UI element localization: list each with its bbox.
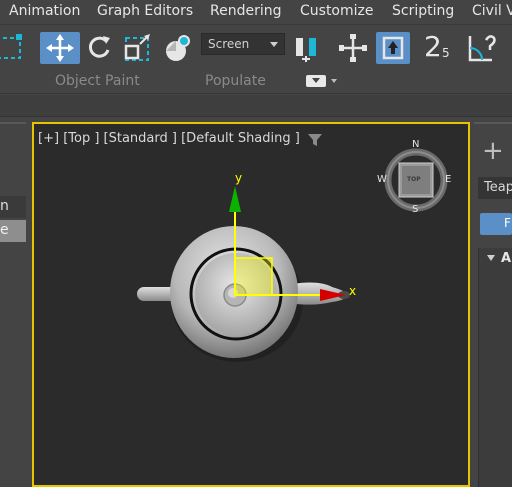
- use-pivot-icon[interactable]: [291, 32, 325, 64]
- compass-south: S: [412, 204, 419, 215]
- main-toolbar: Screen 2 5: [0, 24, 512, 68]
- menu-bar: Animation Graph Editors Rendering Custom…: [0, 0, 512, 24]
- viewcube-top-face[interactable]: TOP: [407, 176, 421, 183]
- menu-civil-view[interactable]: Civil Vi: [472, 3, 512, 19]
- gizmo-y-label: y: [235, 171, 243, 185]
- menu-animation[interactable]: Animation: [9, 3, 80, 19]
- command-panel: + Teap F A: [474, 122, 512, 487]
- select-region-icon[interactable]: [0, 32, 26, 64]
- object-name-field[interactable]: Teap: [478, 177, 512, 199]
- select-manipulate-icon[interactable]: [337, 32, 369, 64]
- object-name-value: Teap: [484, 180, 512, 195]
- keyboard-shortcut-icon[interactable]: [376, 32, 410, 64]
- command-panel-button-label: F: [504, 216, 511, 230]
- create-tab-plus-icon[interactable]: +: [482, 138, 504, 164]
- compass-west: W: [377, 174, 387, 185]
- rollout-collapse-icon[interactable]: [487, 255, 495, 261]
- scale-region-icon[interactable]: [122, 32, 156, 64]
- move-icon[interactable]: [40, 32, 80, 64]
- tab-populate[interactable]: Populate: [205, 73, 266, 89]
- scene-explorer-panel: n e: [0, 122, 26, 487]
- ribbon-caret-icon[interactable]: [331, 79, 337, 83]
- list-item[interactable]: n: [0, 196, 26, 218]
- ribbon-bar: Object Paint Populate: [0, 68, 512, 94]
- ribbon-options-button[interactable]: [306, 75, 326, 87]
- menu-rendering[interactable]: Rendering: [210, 3, 282, 19]
- chevron-down-icon: [270, 42, 278, 47]
- rotate-icon[interactable]: [84, 32, 114, 64]
- selection-filter-icon[interactable]: [162, 32, 196, 64]
- angle-snap-icon[interactable]: [464, 32, 504, 64]
- menu-graph-editors[interactable]: Graph Editors: [97, 3, 193, 19]
- compass-east: E: [445, 174, 452, 185]
- compass-north: N: [412, 139, 420, 150]
- gizmo-x-label: x: [349, 284, 357, 298]
- rollout-panel: A: [478, 248, 512, 487]
- gizmo-y-arrow: [229, 186, 241, 212]
- list-item-label: e: [0, 222, 9, 238]
- list-item-selected[interactable]: e: [0, 220, 26, 242]
- menu-customize[interactable]: Customize: [300, 3, 374, 19]
- rollout-title[interactable]: A: [501, 251, 511, 266]
- reference-coordinate-dropdown[interactable]: Screen: [201, 33, 285, 55]
- viewport-top[interactable]: [+] [Top ] [Standard ] [Default Shading …: [32, 122, 470, 487]
- list-item-label: n: [0, 198, 9, 214]
- snap-toggle-icon[interactable]: 2 5: [422, 32, 456, 64]
- reference-coordinate-value: Screen: [208, 37, 250, 51]
- snap-label: 2: [424, 30, 442, 63]
- snap-sub-label: 5: [442, 46, 450, 60]
- command-panel-button[interactable]: F: [480, 213, 512, 235]
- menu-scripting[interactable]: Scripting: [392, 3, 454, 19]
- ribbon-strip: [0, 95, 512, 117]
- tab-object-paint[interactable]: Object Paint: [55, 73, 140, 89]
